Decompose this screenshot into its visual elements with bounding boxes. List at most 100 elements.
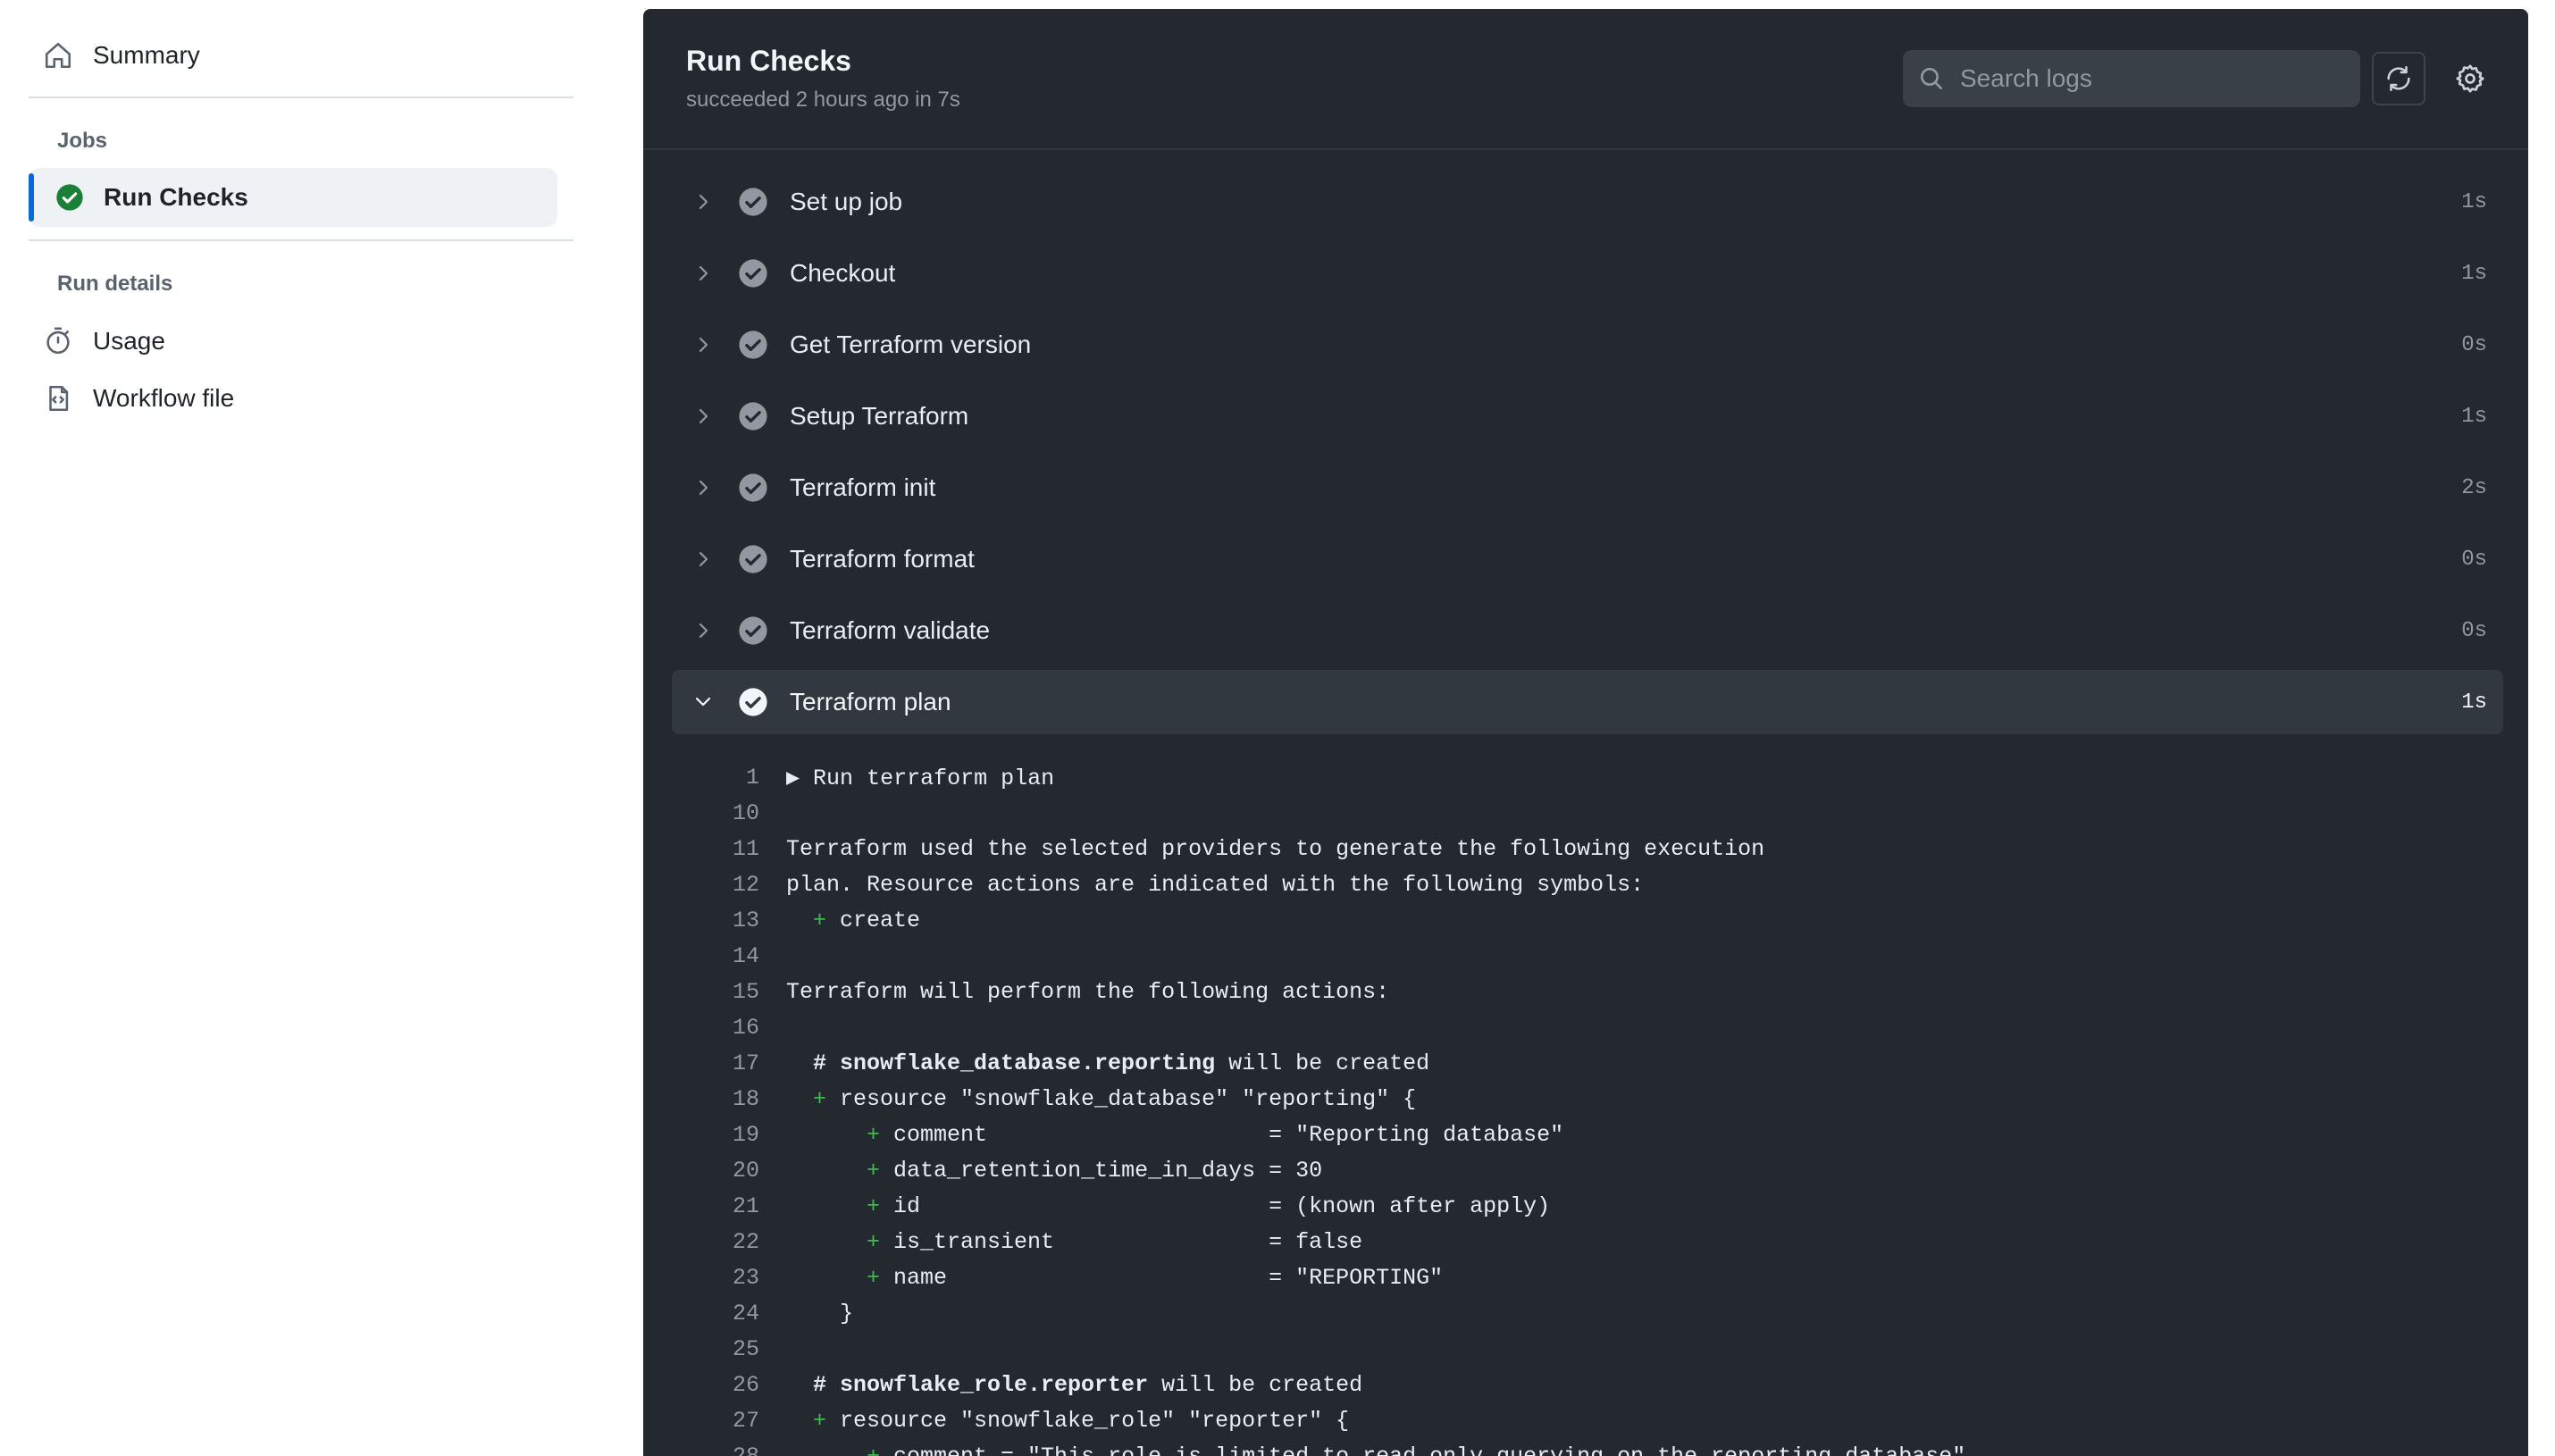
log-text: + resource "snowflake_role" "reporter" { <box>786 1408 1349 1434</box>
step-row[interactable]: Set up job 1s <box>672 170 2503 234</box>
sidebar-item-label: Usage <box>93 327 165 355</box>
chevron-right-icon[interactable] <box>688 263 718 284</box>
step-name: Terraform plan <box>790 688 951 715</box>
step-name: Checkout <box>790 259 896 287</box>
plus-marker: + <box>786 1443 894 1456</box>
plus-marker: + <box>786 1157 894 1184</box>
divider <box>29 96 574 98</box>
log-content: is_transient = false <box>893 1228 1363 1255</box>
log-content: plan. Resource actions are indicated wit… <box>786 871 1645 898</box>
log-text: # snowflake_role.reporter will be create… <box>786 1372 1362 1398</box>
panel-header: Run Checks succeeded 2 hours ago in 7s <box>643 9 2528 150</box>
step-row[interactable]: Terraform validate 0s <box>672 598 2503 663</box>
line-number: 24 <box>732 1300 759 1326</box>
log-line: 18 + resource "snowflake_database" "repo… <box>643 1081 2528 1117</box>
line-number: 21 <box>732 1192 759 1219</box>
sidebar: Summary Jobs Run Checks Run details Usag… <box>0 0 625 1456</box>
step-name: Get Terraform version <box>790 331 1032 358</box>
line-number: 17 <box>732 1050 759 1076</box>
line-number: 26 <box>732 1371 759 1398</box>
log-text: Terraform used the selected providers to… <box>786 836 1764 862</box>
line-number: 12 <box>732 871 759 898</box>
step-row[interactable]: Terraform format 0s <box>672 527 2503 591</box>
log-content: resource "snowflake_role" "reporter" { <box>840 1407 1350 1434</box>
log-bold-text: # snowflake_database.reporting <box>786 1050 1216 1076</box>
step-row[interactable]: Checkout 1s <box>672 241 2503 305</box>
refresh-button[interactable] <box>2372 52 2425 105</box>
chevron-right-icon[interactable] <box>688 334 718 356</box>
step-duration: 0s <box>2461 332 2487 357</box>
log-text: # snowflake_database.reporting will be c… <box>786 1050 1429 1076</box>
chevron-right-icon[interactable] <box>688 406 718 427</box>
step-duration: 1s <box>2461 404 2487 429</box>
search-logs[interactable] <box>1903 50 2360 107</box>
chevron-right-icon[interactable] <box>688 477 718 498</box>
log-line: 13 + create <box>643 902 2528 938</box>
check-circle-icon <box>739 402 767 431</box>
chevron-right-icon[interactable] <box>688 191 718 213</box>
chevron-down-icon[interactable] <box>688 691 718 713</box>
step-row[interactable]: Get Terraform version 0s <box>672 313 2503 377</box>
check-circle-icon <box>739 473 767 502</box>
log-content: Terraform will perform the following act… <box>786 978 1390 1005</box>
log-text: + id = (known after apply) <box>786 1193 1550 1219</box>
sidebar-item-run-checks[interactable]: Run Checks <box>29 168 557 227</box>
plus-marker: + <box>786 1407 841 1434</box>
step-row[interactable]: Setup Terraform 1s <box>672 384 2503 448</box>
log-line: 17 # snowflake_database.reporting will b… <box>643 1045 2528 1081</box>
log-content: resource "snowflake_database" "reporting… <box>840 1085 1417 1112</box>
log-text: + create <box>786 908 920 933</box>
sidebar-item-usage[interactable]: Usage <box>43 313 165 370</box>
log-content: } <box>786 1300 854 1326</box>
sidebar-item-label: Workflow file <box>93 384 235 412</box>
log-line: 19 + comment = "Reporting database" <box>643 1117 2528 1152</box>
log-output: 1 ▶ Run terraform plan 10 11 Terraform used … <box>643 759 2528 1456</box>
log-text: + comment = "Reporting database" <box>786 1122 1563 1148</box>
chevron-right-icon[interactable] <box>688 620 718 641</box>
log-content: will be created <box>1215 1050 1430 1076</box>
chevron-right-icon[interactable] <box>688 548 718 570</box>
stopwatch-icon <box>46 327 70 355</box>
plus-marker: + <box>786 1085 841 1112</box>
check-circle-icon <box>739 331 767 359</box>
log-content: id = (known after apply) <box>893 1192 1551 1219</box>
line-number: 11 <box>732 835 759 862</box>
step-name: Terraform format <box>790 545 975 573</box>
log-line: 14 <box>643 938 2528 974</box>
log-text: + is_transient = false <box>786 1229 1362 1255</box>
search-logs-input[interactable] <box>1960 64 2353 93</box>
divider <box>29 239 574 241</box>
log-line: 23 + name = "REPORTING" <box>643 1259 2528 1295</box>
log-line: 11 Terraform used the selected providers … <box>643 831 2528 866</box>
log-line: 12 plan. Resource actions are indicated w… <box>643 866 2528 902</box>
log-text: + comment = "This role is limited to rea… <box>786 1443 1965 1456</box>
sidebar-item-workflow-file[interactable]: Workflow file <box>43 370 234 427</box>
log-line: 15 Terraform will perform the following a… <box>643 974 2528 1009</box>
check-circle-icon <box>739 545 767 573</box>
log-text: + data_retention_time_in_days = 30 <box>786 1158 1322 1184</box>
plus-marker: + <box>786 1264 894 1291</box>
line-number: 25 <box>732 1335 759 1362</box>
step-name: Set up job <box>790 188 903 215</box>
check-circle-icon <box>739 688 767 716</box>
line-number: 16 <box>732 1014 759 1041</box>
settings-button[interactable] <box>2443 52 2497 105</box>
log-line: 24 } <box>643 1295 2528 1331</box>
line-number: 14 <box>732 942 759 969</box>
log-line: 21 + id = (known after apply) <box>643 1188 2528 1224</box>
step-duration: 0s <box>2461 618 2487 643</box>
job-status: succeeded 2 hours ago in 7s <box>686 88 960 112</box>
log-line: 28 + comment = "This role is limited to … <box>643 1438 2528 1456</box>
log-text: + name = "REPORTING" <box>786 1265 1443 1291</box>
line-number: 1 <box>745 764 759 791</box>
log-text: Terraform will perform the following act… <box>786 979 1389 1005</box>
log-text: plan. Resource actions are indicated wit… <box>786 872 1644 898</box>
step-name: Setup Terraform <box>790 402 969 430</box>
check-circle-icon <box>739 616 767 645</box>
success-check-icon <box>56 184 83 211</box>
sidebar-item-summary[interactable]: Summary <box>43 27 200 84</box>
line-number: 15 <box>732 978 759 1005</box>
step-duration: 1s <box>2461 261 2487 286</box>
step-row[interactable]: Terraform plan 1s <box>672 670 2503 734</box>
step-row[interactable]: Terraform init 2s <box>672 456 2503 520</box>
